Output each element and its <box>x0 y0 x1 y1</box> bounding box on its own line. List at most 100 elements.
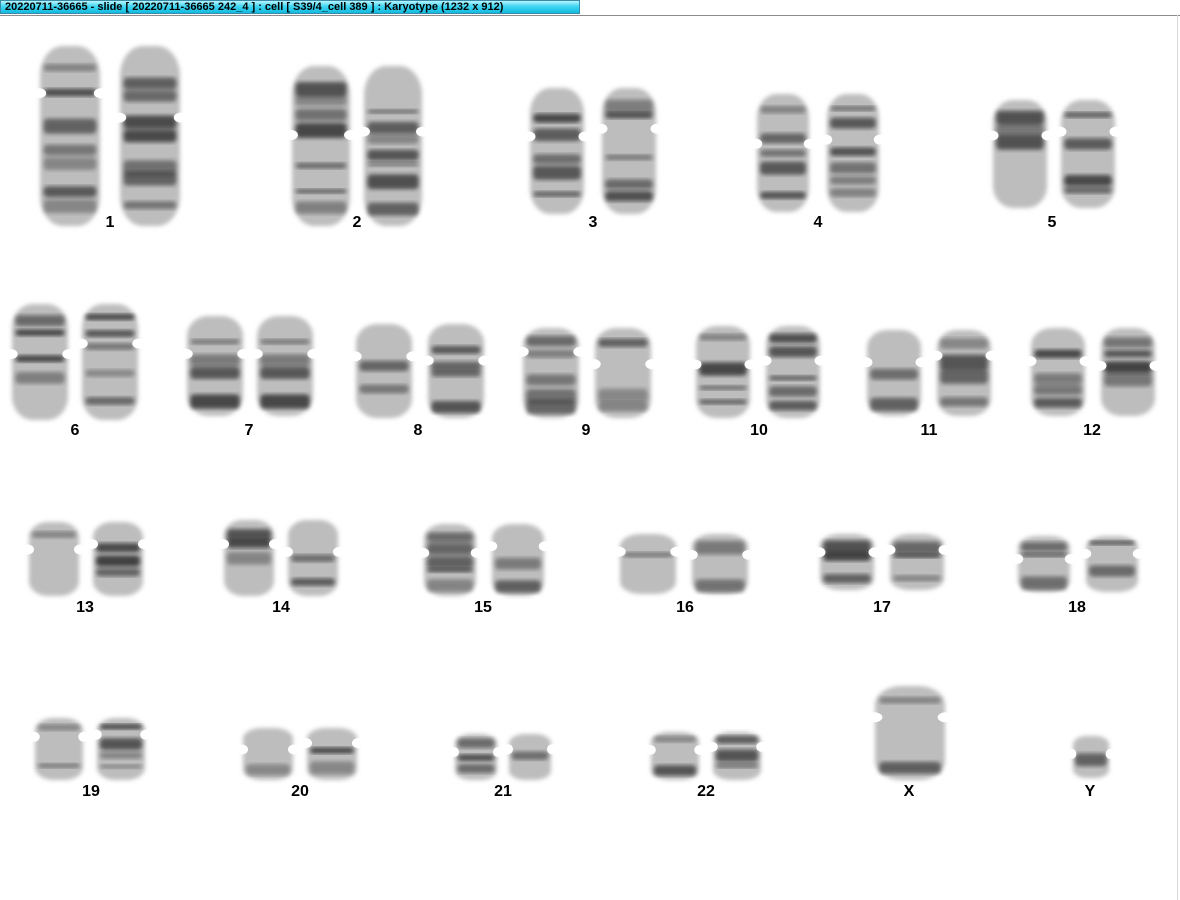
chromosome-band <box>291 554 335 563</box>
centromere-notch <box>78 731 90 742</box>
chromosome-band <box>427 568 473 573</box>
chromosome-pair-5[interactable] <box>985 100 1123 208</box>
chromosome <box>612 534 684 594</box>
chromosome-pair-7[interactable] <box>179 316 321 416</box>
centromere-notch <box>86 539 98 550</box>
chromosome-band <box>1064 175 1112 187</box>
chromosome-pair-8[interactable] <box>348 324 492 418</box>
chromosome-band <box>823 550 871 561</box>
chromosome-band <box>37 724 81 731</box>
centromere-notch <box>1053 126 1067 137</box>
chromosome <box>4 304 76 420</box>
chromosome-pair-17[interactable] <box>812 534 952 590</box>
chromosome-pair-20[interactable] <box>236 728 364 780</box>
centromere-notch <box>448 747 460 758</box>
chromosome-image <box>515 328 659 418</box>
chromosome-band <box>893 575 941 582</box>
chromosome-pair-22[interactable] <box>644 732 768 780</box>
chromosome-band <box>85 329 135 337</box>
chromosome-band <box>43 88 97 97</box>
chromosome-band <box>760 133 806 144</box>
chromosome <box>356 66 430 226</box>
chromosome-band <box>123 115 177 130</box>
chromosome-pair-13[interactable] <box>22 522 150 596</box>
chromosome-band <box>769 333 817 343</box>
chromosome-image <box>4 304 146 420</box>
chromosome-band <box>190 366 240 380</box>
chromosome-pair-x[interactable] <box>865 686 955 780</box>
chromosome-band <box>1104 372 1152 387</box>
chromosome-image <box>865 686 955 780</box>
centromere-notch <box>281 546 293 557</box>
chromosome-image <box>179 316 321 416</box>
chromosome-pair-14[interactable] <box>217 520 345 596</box>
chromosome-pair-12[interactable] <box>1023 328 1163 416</box>
centromere-notch <box>706 741 718 752</box>
chromosome-pair-6[interactable] <box>4 304 146 420</box>
chromosome-image <box>522 88 664 214</box>
chromosome-pair-18[interactable] <box>1010 536 1146 592</box>
chromosome-band <box>37 763 81 768</box>
centromere-notch <box>28 731 40 742</box>
chromosome-band <box>760 191 806 199</box>
chromosome-band <box>427 542 473 555</box>
chromosome-image <box>217 520 345 596</box>
chromosome-pair-16[interactable] <box>612 534 756 594</box>
window-title-bar[interactable]: 20220711-36665 - slide [ 20220711-36665 … <box>0 0 580 14</box>
chromosome <box>819 94 887 212</box>
chromosome-pair-2[interactable] <box>284 66 430 226</box>
chromosome-label: 9 <box>581 422 591 439</box>
chromosome-band <box>526 349 576 358</box>
chromosome <box>448 734 504 780</box>
chromosome-band <box>367 109 419 114</box>
chromosome <box>594 88 664 214</box>
chromosome-band <box>190 339 240 345</box>
centromere-notch <box>812 547 826 558</box>
chromosome-band <box>15 329 65 336</box>
chromosome-label: Y <box>1084 783 1096 800</box>
chromosome-pair-19[interactable] <box>28 718 152 780</box>
chromosome-pair-y[interactable] <box>1067 736 1115 778</box>
chromosome <box>74 304 146 420</box>
chromosome-pair-4[interactable] <box>749 94 887 212</box>
chromosome-band <box>533 191 581 197</box>
chromosome-band <box>99 724 143 730</box>
chromosome-pair-11[interactable] <box>859 330 999 416</box>
chromosome-band <box>123 171 177 186</box>
chromosome-band <box>830 188 876 197</box>
chromosome-band <box>123 129 177 143</box>
centromere-notch <box>307 348 321 359</box>
chromosome-band <box>260 354 310 367</box>
chromosome <box>31 46 109 226</box>
chromosome-pair-1[interactable] <box>31 46 189 226</box>
chromosome-band <box>123 77 177 90</box>
chromosome-pair-9[interactable] <box>515 328 659 418</box>
chromosome <box>281 520 345 596</box>
centromere-notch <box>237 348 251 359</box>
chromosome-band <box>533 165 581 180</box>
centromere-notch <box>587 359 601 370</box>
chromosome-band <box>85 397 135 405</box>
chromosome <box>515 328 587 418</box>
centromere-notch <box>578 131 592 142</box>
chromosome-image <box>749 94 887 212</box>
chromosome-pair-15[interactable] <box>416 524 552 596</box>
centromere-notch <box>284 130 298 141</box>
chromosome-pair-3[interactable] <box>522 88 664 214</box>
centromere-notch <box>140 729 152 740</box>
chromosome-band <box>830 176 876 185</box>
chromosome-band <box>431 401 481 413</box>
chromosome-pair-10[interactable] <box>688 326 828 418</box>
chromosome-band <box>699 362 747 376</box>
centromere-notch <box>1149 360 1163 371</box>
chromosome-band <box>526 336 576 347</box>
centromere-notch <box>478 355 492 366</box>
centromere-notch <box>594 123 608 134</box>
chromosome <box>865 686 955 780</box>
chromosome-band <box>1034 349 1082 359</box>
centromere-notch <box>882 544 896 555</box>
chromosome <box>22 522 86 596</box>
chromosome-pair-21[interactable] <box>448 734 558 780</box>
chromosome-band <box>1075 753 1107 767</box>
chromosome-band <box>1021 552 1067 557</box>
